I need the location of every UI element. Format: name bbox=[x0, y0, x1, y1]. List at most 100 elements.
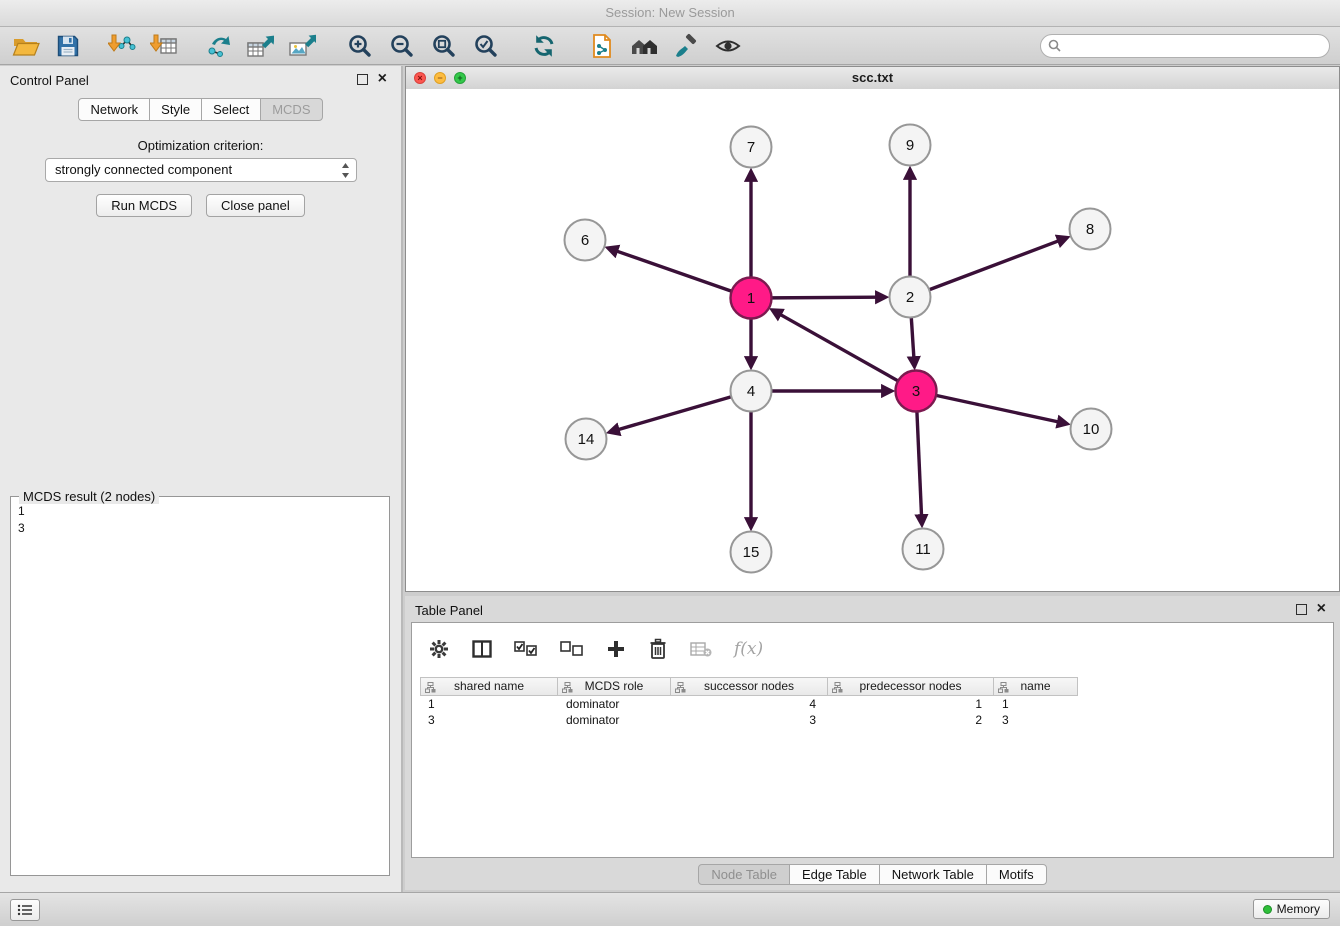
criterion-dropdown[interactable]: strongly connected component bbox=[45, 158, 357, 182]
tab-edge-table[interactable]: Edge Table bbox=[789, 864, 880, 885]
close-window-icon[interactable]: × bbox=[414, 72, 426, 84]
node-2[interactable]: 2 bbox=[890, 277, 931, 318]
table-cell[interactable]: 1 bbox=[828, 696, 994, 712]
open-session-button[interactable] bbox=[10, 30, 42, 62]
column-header-successor-nodes[interactable]: successor nodes bbox=[671, 677, 828, 696]
mcds-result-box: MCDS result (2 nodes) 13 bbox=[10, 496, 390, 876]
node-11[interactable]: 11 bbox=[903, 529, 944, 570]
run-mcds-button[interactable]: Run MCDS bbox=[96, 194, 192, 217]
network-canvas[interactable]: 7 9 6 8 1 2 4 3 14 10 15 11 bbox=[406, 89, 1339, 591]
table-settings-button[interactable] bbox=[428, 638, 450, 660]
edge-3-10[interactable] bbox=[936, 395, 1058, 422]
table-row[interactable]: 3dominator323 bbox=[420, 712, 1078, 728]
tab-mcds[interactable]: MCDS bbox=[260, 98, 322, 121]
node-6[interactable]: 6 bbox=[565, 220, 606, 261]
close-panel-icon[interactable]: × bbox=[378, 73, 387, 85]
control-panel-window-buttons: × bbox=[357, 73, 387, 85]
node-4[interactable]: 4 bbox=[731, 371, 772, 412]
add-row-button[interactable] bbox=[606, 639, 626, 659]
control-panel: Control Panel × NetworkStyleSelectMCDS O… bbox=[0, 66, 403, 893]
tab-network[interactable]: Network bbox=[78, 98, 150, 121]
unselect-all-button[interactable] bbox=[560, 641, 584, 657]
list-icon bbox=[17, 904, 33, 916]
first-neighbors-button[interactable] bbox=[628, 30, 660, 62]
close-panel-button[interactable]: Close panel bbox=[206, 194, 305, 217]
show-hide-button[interactable] bbox=[712, 30, 744, 62]
float-panel-icon[interactable] bbox=[357, 74, 368, 85]
edge-1-6[interactable] bbox=[617, 251, 732, 291]
save-session-button[interactable] bbox=[52, 30, 84, 62]
split-view-button[interactable] bbox=[472, 640, 492, 658]
memory-button[interactable]: Memory bbox=[1253, 899, 1330, 919]
zoom-fit-button[interactable] bbox=[428, 30, 460, 62]
window-title: Session: New Session bbox=[0, 0, 1340, 26]
node-label: 7 bbox=[747, 139, 755, 156]
export-network-button[interactable] bbox=[202, 30, 234, 62]
search-input[interactable] bbox=[1040, 34, 1330, 58]
table-cell[interactable]: 3 bbox=[994, 712, 1078, 728]
tab-style[interactable]: Style bbox=[149, 98, 202, 121]
network-document-button[interactable] bbox=[586, 30, 618, 62]
node-3[interactable]: 3 bbox=[896, 371, 937, 412]
select-all-button[interactable] bbox=[514, 641, 538, 657]
node-label: 8 bbox=[1086, 221, 1094, 238]
column-header-name[interactable]: name bbox=[994, 677, 1078, 696]
table-cell[interactable]: 1 bbox=[994, 696, 1078, 712]
delete-row-button[interactable] bbox=[648, 638, 668, 660]
table-panel-tabs: Node TableEdge TableNetwork TableMotifs bbox=[405, 864, 1340, 885]
table-cell[interactable]: dominator bbox=[558, 712, 671, 728]
mcds-buttons-row: Run MCDS Close panel bbox=[0, 194, 401, 217]
column-header-MCDS-role[interactable]: MCDS role bbox=[558, 677, 671, 696]
edge-4-14[interactable] bbox=[618, 397, 731, 430]
close-panel-icon[interactable]: × bbox=[1317, 603, 1326, 615]
function-builder-button[interactable]: f(x) bbox=[734, 639, 763, 659]
edge-2-3[interactable] bbox=[911, 317, 914, 357]
import-network-button[interactable] bbox=[106, 30, 138, 62]
task-history-button[interactable] bbox=[10, 899, 40, 921]
network-graph[interactable]: 7 9 6 8 1 2 4 3 14 10 15 11 bbox=[406, 89, 1339, 591]
node-7[interactable]: 7 bbox=[731, 127, 772, 168]
maximize-window-icon[interactable]: + bbox=[454, 72, 466, 84]
style-brush-button[interactable] bbox=[670, 30, 702, 62]
import-network-icon bbox=[108, 33, 136, 59]
tab-motifs[interactable]: Motifs bbox=[986, 864, 1047, 885]
edge-3-1[interactable] bbox=[780, 314, 898, 380]
table-cell[interactable]: 3 bbox=[671, 712, 828, 728]
zoom-in-icon bbox=[347, 33, 373, 59]
table-container: f(x) shared nameMCDS rolesuccessor nodes… bbox=[411, 622, 1334, 858]
table-cell[interactable]: 3 bbox=[420, 712, 558, 728]
zoom-in-button[interactable] bbox=[344, 30, 376, 62]
table-cell[interactable]: dominator bbox=[558, 696, 671, 712]
table-cell[interactable]: 1 bbox=[420, 696, 558, 712]
node-10[interactable]: 10 bbox=[1071, 409, 1112, 450]
export-image-button[interactable] bbox=[286, 30, 318, 62]
tab-node-table[interactable]: Node Table bbox=[698, 864, 790, 885]
column-header-shared-name[interactable]: shared name bbox=[420, 677, 558, 696]
split-view-icon bbox=[472, 640, 492, 658]
gear-icon bbox=[428, 638, 450, 660]
zoom-out-button[interactable] bbox=[386, 30, 418, 62]
mcds-result-list[interactable]: 13 bbox=[11, 499, 389, 875]
minimize-window-icon[interactable]: − bbox=[434, 72, 446, 84]
edge-1-2[interactable] bbox=[771, 297, 876, 298]
export-table-button[interactable] bbox=[244, 30, 276, 62]
edge-3-11[interactable] bbox=[917, 411, 922, 515]
delete-table-button[interactable] bbox=[690, 641, 712, 657]
export-network-icon bbox=[204, 33, 232, 59]
import-table-button[interactable] bbox=[148, 30, 180, 62]
node-15[interactable]: 15 bbox=[731, 532, 772, 573]
node-8[interactable]: 8 bbox=[1070, 209, 1111, 250]
table-row[interactable]: 1dominator411 bbox=[420, 696, 1078, 712]
node-14[interactable]: 14 bbox=[566, 419, 607, 460]
table-cell[interactable]: 4 bbox=[671, 696, 828, 712]
apply-layout-button[interactable] bbox=[528, 30, 560, 62]
tab-network-table[interactable]: Network Table bbox=[879, 864, 987, 885]
tab-select[interactable]: Select bbox=[201, 98, 261, 121]
node-9[interactable]: 9 bbox=[890, 125, 931, 166]
zoom-selected-button[interactable] bbox=[470, 30, 502, 62]
edge-2-8[interactable] bbox=[929, 241, 1058, 290]
column-header-predecessor-nodes[interactable]: predecessor nodes bbox=[828, 677, 994, 696]
float-panel-icon[interactable] bbox=[1296, 604, 1307, 615]
table-cell[interactable]: 2 bbox=[828, 712, 994, 728]
node-1[interactable]: 1 bbox=[731, 278, 772, 319]
